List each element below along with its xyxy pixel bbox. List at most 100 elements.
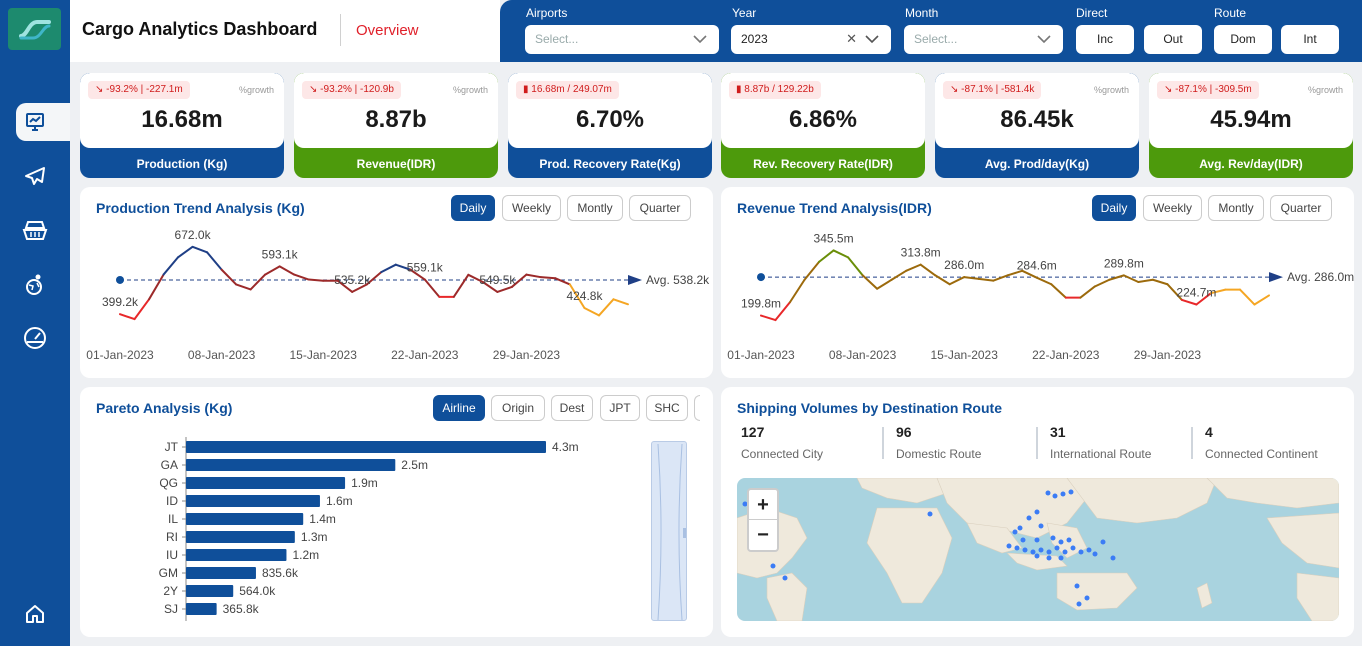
series-segment bbox=[423, 278, 441, 298]
x-tick-label: 01-Jan-2023 bbox=[727, 348, 795, 362]
series-segment bbox=[818, 249, 835, 263]
airports-placeholder: Select... bbox=[535, 32, 579, 46]
nav-global[interactable] bbox=[16, 265, 54, 303]
year-label: Year bbox=[732, 6, 757, 20]
series-segment bbox=[890, 269, 908, 281]
kpi-card: ↘ -93.2% | -227.1m %growth 16.68m Productio… bbox=[80, 73, 284, 178]
bar-value-label: 564.0k bbox=[239, 584, 276, 598]
bar[interactable] bbox=[186, 441, 546, 453]
landmass bbox=[766, 572, 808, 621]
stat-divider bbox=[882, 427, 884, 459]
bar[interactable] bbox=[186, 585, 234, 597]
landmass bbox=[866, 507, 953, 604]
kpi-card: ▮ 16.68m / 249.07m 6.70% Prod. Recovery Ra… bbox=[508, 73, 712, 178]
stat-value: 127 bbox=[741, 424, 765, 440]
series-segment bbox=[1035, 276, 1053, 286]
bar-value-label: 1.6m bbox=[326, 494, 353, 508]
zoom-in-button[interactable]: + bbox=[749, 490, 777, 520]
nav-cargo[interactable] bbox=[16, 211, 54, 249]
bar-value-label: 2.5m bbox=[401, 458, 428, 472]
kpi-growth-label: %growth bbox=[1093, 85, 1129, 95]
category-label: RI bbox=[166, 530, 178, 544]
series-segment bbox=[162, 256, 180, 276]
average-arrow bbox=[628, 274, 642, 285]
bar[interactable] bbox=[186, 531, 295, 543]
bar-value-label: 4.3m bbox=[552, 440, 579, 454]
zoom-out-button[interactable]: − bbox=[749, 520, 777, 550]
series-segment bbox=[1122, 274, 1140, 283]
nav-home[interactable] bbox=[16, 595, 54, 633]
kpi-badge-text: 8.87b / 129.22b bbox=[744, 84, 814, 95]
x-tick-label: 22-Jan-2023 bbox=[391, 348, 459, 362]
bar-value-label: 835.6k bbox=[262, 566, 299, 580]
direct-out-button[interactable]: Out bbox=[1144, 25, 1202, 54]
cargo-basket-icon bbox=[22, 221, 48, 240]
series-segment bbox=[191, 245, 209, 254]
kpi-badge: ↘ -87.1% | -581.4k bbox=[943, 81, 1042, 99]
landmass bbox=[1206, 478, 1339, 509]
kpi-card: ↘ -87.1% | -309.5m %growth 45.94m Avg. Rev/… bbox=[1149, 73, 1353, 178]
airplane-icon bbox=[25, 167, 45, 185]
kpi-card: ↘ -87.1% | -581.4k %growth 86.45k Avg. Prod… bbox=[935, 73, 1139, 178]
average-arrow bbox=[1269, 272, 1283, 283]
series-segment bbox=[206, 251, 223, 271]
kpi-body: ▮ 8.87b / 129.22b 6.86% bbox=[721, 73, 925, 148]
direct-inc-button[interactable]: Inc bbox=[1076, 25, 1134, 54]
kpi-value: 16.68m bbox=[141, 106, 223, 133]
globe-person-icon bbox=[26, 274, 42, 295]
data-label: 313.8m bbox=[901, 246, 941, 260]
kpi-label: Revenue(IDR) bbox=[356, 157, 436, 171]
series-segment bbox=[612, 298, 629, 306]
bar[interactable] bbox=[186, 603, 217, 615]
bar[interactable] bbox=[186, 513, 304, 525]
world-map bbox=[737, 478, 1339, 621]
nav-dashboard[interactable] bbox=[16, 103, 70, 141]
bar[interactable] bbox=[186, 567, 256, 579]
nav-performance[interactable] bbox=[16, 319, 54, 357]
kpi-body: ↘ -93.2% | -120.9b %growth 8.87b bbox=[294, 73, 498, 148]
series-segment bbox=[583, 307, 600, 317]
bar[interactable] bbox=[186, 459, 396, 471]
kpi-label: Rev. Recovery Rate(IDR) bbox=[753, 157, 893, 171]
stat-label: Connected City bbox=[741, 447, 824, 461]
category-label: ID bbox=[166, 494, 178, 508]
series-segment bbox=[220, 268, 238, 286]
trend-down-icon: ↘ bbox=[95, 84, 107, 95]
series-segment bbox=[293, 273, 310, 281]
airports-select[interactable]: Select... bbox=[525, 25, 719, 54]
direct-label: Direct bbox=[1076, 6, 1108, 20]
stat-value: 96 bbox=[896, 424, 912, 440]
series-segment bbox=[760, 314, 777, 322]
year-select[interactable]: 2023 ✕ bbox=[731, 25, 891, 54]
month-select[interactable]: Select... bbox=[904, 25, 1063, 54]
series-start-marker bbox=[757, 273, 765, 282]
bar[interactable] bbox=[186, 549, 287, 561]
bar[interactable] bbox=[186, 495, 320, 507]
series-segment bbox=[919, 263, 937, 277]
clear-icon[interactable]: ✕ bbox=[846, 31, 857, 47]
series-segment bbox=[177, 245, 194, 259]
bar[interactable] bbox=[186, 477, 346, 489]
average-label: Avg. 538.2k bbox=[646, 273, 710, 287]
series-segment bbox=[905, 263, 922, 272]
kpi-label: Avg. Rev/day(IDR) bbox=[1199, 157, 1303, 171]
route-dom-button[interactable]: Dom bbox=[1214, 25, 1272, 54]
kpi-growth-label: %growth bbox=[1307, 85, 1343, 95]
route-int-button[interactable]: Int bbox=[1281, 25, 1339, 54]
nav-flights[interactable] bbox=[16, 157, 54, 195]
kpi-badge: ↘ -93.2% | -120.9b bbox=[302, 81, 401, 99]
pareto-panel: Pareto Analysis (Kg) Airline Origin Dest… bbox=[80, 387, 713, 637]
shipping-title: Shipping Volumes by Destination Route bbox=[737, 400, 1002, 416]
kpi-badge-text: -87.1% | -581.4k bbox=[961, 84, 1035, 95]
trend-down-icon: ↘ bbox=[950, 84, 962, 95]
kpi-value: 8.87b bbox=[365, 106, 427, 133]
series-segment bbox=[235, 283, 252, 291]
kpi-growth-label: %growth bbox=[238, 85, 274, 95]
series-segment bbox=[1137, 278, 1154, 283]
bar-value-label: 1.3m bbox=[301, 530, 328, 544]
route-map[interactable]: + − bbox=[737, 478, 1339, 621]
chevron-down-icon bbox=[1037, 35, 1051, 44]
tab-overview[interactable]: Overview bbox=[356, 22, 419, 39]
app-logo[interactable] bbox=[8, 8, 61, 50]
pareto-scrollbar[interactable] bbox=[651, 441, 687, 621]
